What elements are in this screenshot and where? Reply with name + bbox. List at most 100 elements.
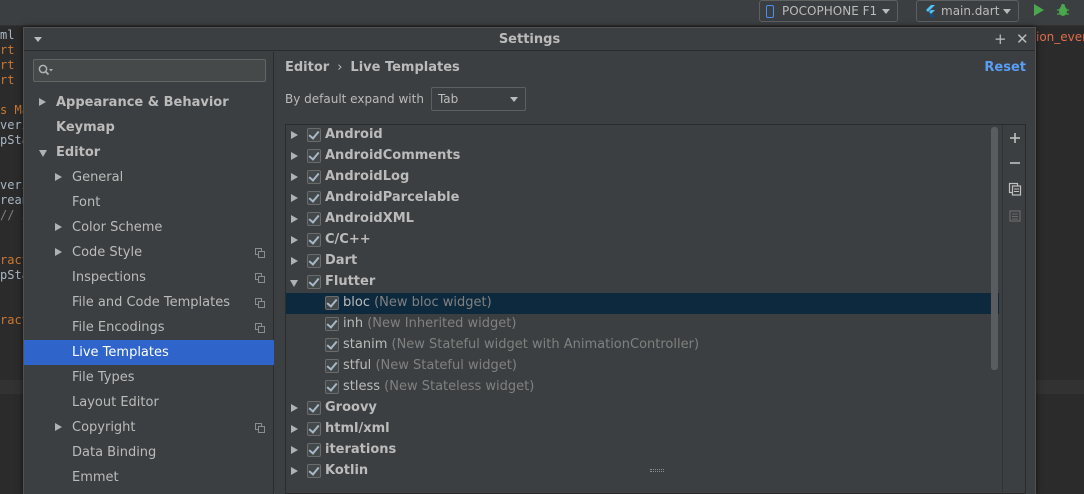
code-line-fragment: pSta (0, 133, 24, 147)
template-item[interactable]: inh (New Inherited widget) (286, 314, 999, 335)
sidebar-item-label: Appearance & Behavior (56, 95, 229, 110)
sidebar-item-file-and-code-templates[interactable]: File and Code Templates (24, 290, 274, 315)
template-group[interactable]: C/C++ (286, 230, 999, 251)
group-checkbox[interactable] (307, 254, 321, 268)
sidebar-item-file-types[interactable]: File Types (24, 365, 274, 390)
sidebar-item-live-templates[interactable]: Live Templates (24, 340, 274, 365)
template-checkbox[interactable] (325, 296, 339, 310)
copy-icon[interactable] (1008, 182, 1022, 196)
template-group[interactable]: AndroidXML (286, 209, 999, 230)
sidebar-item-label: Font (72, 195, 101, 210)
template-group[interactable]: Android (286, 125, 999, 146)
collapsed-arrow-icon[interactable] (55, 173, 62, 181)
collapsed-arrow-icon[interactable] (291, 446, 298, 454)
group-checkbox[interactable] (307, 233, 321, 247)
collapsed-arrow-icon[interactable] (291, 131, 298, 139)
sidebar-item-inspections[interactable]: Inspections (24, 265, 274, 290)
close-icon[interactable]: ✕ (1016, 30, 1029, 48)
sidebar-item-layout-editor[interactable]: Layout Editor (24, 390, 274, 415)
group-checkbox[interactable] (307, 128, 321, 142)
sidebar-item-label: Data Binding (72, 445, 157, 460)
expand-with-dropdown[interactable]: Tab (430, 87, 526, 111)
template-group[interactable]: AndroidComments (286, 146, 999, 167)
template-checkbox[interactable] (325, 359, 339, 373)
scrollbar-thumb[interactable] (991, 127, 998, 370)
editor-right-strip (1036, 28, 1084, 494)
template-group[interactable]: Dart (286, 251, 999, 272)
template-label: stful (New Stateful widget) (343, 358, 517, 373)
template-group[interactable]: html/xml (286, 419, 999, 440)
expanded-arrow-icon[interactable] (290, 280, 298, 287)
sidebar-item-file-encodings[interactable]: File Encodings (24, 315, 274, 340)
template-group[interactable]: iterations (286, 440, 999, 461)
collapsed-arrow-icon[interactable] (291, 467, 298, 475)
device-selector[interactable]: POCOPHONE F1 (759, 0, 898, 22)
group-checkbox[interactable] (307, 170, 321, 184)
template-group[interactable]: AndroidParcelable (286, 188, 999, 209)
resize-handle[interactable] (650, 469, 664, 472)
group-checkbox[interactable] (307, 464, 321, 478)
template-group[interactable]: Kotlin (286, 461, 999, 482)
sidebar-item-editor[interactable]: Editor (24, 140, 274, 165)
template-checkbox[interactable] (325, 338, 339, 352)
sidebar-item-code-style[interactable]: Code Style (24, 240, 274, 265)
sidebar-item-emmet[interactable]: Emmet (24, 465, 274, 490)
template-item[interactable]: bloc (New bloc widget) (286, 293, 999, 314)
remove-icon[interactable] (1008, 156, 1022, 170)
template-item[interactable]: stanim (New Stateful widget with Animati… (286, 335, 999, 356)
maximize-icon[interactable]: + (994, 30, 1007, 48)
sidebar-item-label: Emmet (72, 470, 119, 485)
sidebar-item-copyright[interactable]: Copyright (24, 415, 274, 440)
run-icon[interactable] (1034, 4, 1044, 16)
sidebar-item-color-scheme[interactable]: Color Scheme (24, 215, 274, 240)
collapsed-arrow-icon[interactable] (291, 404, 298, 412)
group-checkbox[interactable] (307, 401, 321, 415)
run-configuration-selector[interactable]: main.dart (916, 0, 1019, 22)
collapsed-arrow-icon[interactable] (291, 173, 298, 181)
collapsed-arrow-icon[interactable] (55, 223, 62, 231)
group-checkbox[interactable] (307, 443, 321, 457)
sidebar-item-general[interactable]: General (24, 165, 274, 190)
collapsed-arrow-icon[interactable] (291, 152, 298, 160)
group-checkbox[interactable] (307, 275, 321, 289)
template-abbreviation: bloc (343, 295, 370, 310)
sidebar-item-font[interactable]: Font (24, 190, 274, 215)
collapsed-arrow-icon[interactable] (291, 236, 298, 244)
editor-tab-fragment[interactable]: ion_ever (1036, 30, 1084, 44)
template-item[interactable]: stful (New Stateful widget) (286, 356, 999, 377)
template-group[interactable]: AndroidLog (286, 167, 999, 188)
collapsed-arrow-icon[interactable] (291, 257, 298, 265)
group-checkbox[interactable] (307, 149, 321, 163)
debug-icon[interactable] (1057, 3, 1069, 17)
template-label: stanim (New Stateful widget with Animati… (343, 337, 699, 352)
code-line-fragment: rt (0, 43, 15, 57)
group-checkbox[interactable] (307, 422, 321, 436)
sidebar-item-keymap[interactable]: Keymap (24, 115, 274, 140)
template-group[interactable]: Groovy (286, 398, 999, 419)
template-label: stless (New Stateless widget) (343, 379, 534, 394)
collapsed-arrow-icon[interactable] (55, 423, 62, 431)
template-description: (New bloc widget) (374, 295, 492, 310)
template-item[interactable]: stless (New Stateless widget) (286, 377, 999, 398)
collapsed-arrow-icon[interactable] (39, 98, 46, 106)
template-checkbox[interactable] (325, 317, 339, 331)
sidebar-item-data-binding[interactable]: Data Binding (24, 440, 274, 465)
add-icon[interactable] (1008, 131, 1022, 145)
group-checkbox[interactable] (307, 191, 321, 205)
project-settings-icon (255, 423, 265, 433)
code-editor-fragment: mlrtrtrts MaveripStaverirean// iractpSta… (0, 28, 24, 494)
collapsed-arrow-icon[interactable] (291, 194, 298, 202)
group-name: AndroidXML (325, 211, 414, 226)
template-group[interactable]: Flutter (286, 272, 999, 293)
search-field[interactable] (33, 59, 266, 82)
template-checkbox[interactable] (325, 380, 339, 394)
collapsed-arrow-icon[interactable] (291, 425, 298, 433)
restore-icon[interactable] (1008, 209, 1022, 223)
group-checkbox[interactable] (307, 212, 321, 226)
reset-link[interactable]: Reset (984, 60, 1026, 75)
collapsed-arrow-icon[interactable] (291, 215, 298, 223)
collapsed-arrow-icon[interactable] (55, 248, 62, 256)
sidebar-item-appearance-behavior[interactable]: Appearance & Behavior (24, 90, 274, 115)
dialog-titlebar: Settings + ✕ (24, 28, 1035, 51)
expanded-arrow-icon[interactable] (39, 150, 47, 157)
